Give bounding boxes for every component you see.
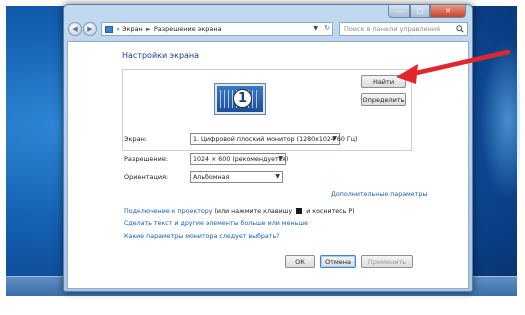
- projector-row: Подключение к проектору (или нажмите кла…: [124, 208, 355, 215]
- chevron-down-icon: ▼: [275, 173, 280, 180]
- screen-resolution-window: — □ ✕ ◀ ▶ « Экран ► Разрешение экрана ▼ …: [63, 4, 473, 292]
- settings-panel: Настройки экрана 1 Найти Определить Экра…: [67, 41, 469, 289]
- address-bar[interactable]: « Экран ► Разрешение экрана ▼ ↻: [101, 22, 333, 36]
- projector-hint-after: и коснитесь P): [306, 208, 355, 215]
- text-size-link[interactable]: Сделать текст и другие элементы больше и…: [124, 220, 308, 227]
- display-label: Экран:: [124, 135, 148, 143]
- resolution-select[interactable]: 1024 × 600 (рекомендуется) ▼: [190, 153, 289, 165]
- chevron-down-icon: ▼: [332, 135, 337, 142]
- close-button[interactable]: ✕: [430, 5, 466, 18]
- forward-button[interactable]: ▶: [83, 22, 97, 36]
- image-border-bottom: [0, 296, 525, 315]
- which-settings-link[interactable]: Какие параметры монитора следует выбрать…: [124, 233, 280, 240]
- wallpaper-glow: [480, 40, 520, 200]
- page-title: Настройки экрана: [122, 51, 200, 60]
- monitor-number: 1: [233, 89, 252, 108]
- chevron-down-icon[interactable]: ▼: [313, 25, 318, 32]
- orientation-select[interactable]: Альбомная ▼: [190, 171, 283, 183]
- maximize-button[interactable]: □: [410, 5, 430, 18]
- navigation-bar: ◀ ▶ « Экран ► Разрешение экрана ▼ ↻ Поис…: [68, 21, 468, 39]
- resolution-label: Разрешение:: [124, 155, 169, 163]
- projector-hint-before: (или нажмите клавишу: [214, 208, 293, 215]
- display-select[interactable]: 1. Цифровой плоский монитор (1280x1024 6…: [190, 133, 358, 145]
- apply-button[interactable]: Применить: [361, 255, 413, 268]
- search-input[interactable]: Поиск в панели управления: [339, 22, 468, 36]
- image-border-left: [0, 0, 6, 315]
- minimize-button[interactable]: —: [388, 5, 410, 18]
- identify-button[interactable]: Определить: [361, 93, 406, 106]
- monitor-1-icon[interactable]: 1: [215, 84, 265, 114]
- control-panel-icon: [105, 25, 113, 33]
- back-button[interactable]: ◀: [68, 22, 82, 36]
- cancel-button[interactable]: Отмена: [320, 255, 356, 268]
- projector-link[interactable]: Подключение к проектору: [124, 208, 212, 215]
- orientation-label: Ориентация:: [124, 173, 169, 181]
- windows-key-icon: [296, 208, 303, 214]
- window-controls: — □ ✕: [388, 5, 466, 19]
- search-icon: [456, 25, 464, 33]
- advanced-settings-link[interactable]: Дополнительные параметры: [331, 191, 427, 198]
- search-placeholder: Поиск в панели управления: [344, 25, 441, 33]
- ok-button[interactable]: ОК: [285, 255, 315, 268]
- forward-arrow-icon: ▶: [87, 25, 93, 33]
- refresh-icon[interactable]: ↻: [324, 24, 330, 32]
- orientation-select-value: Альбомная: [193, 173, 230, 181]
- breadcrumb-separator-icon: ►: [145, 25, 151, 33]
- breadcrumb-screen-resolution[interactable]: Разрешение экрана: [154, 25, 222, 33]
- resolution-select-value: 1024 × 600 (рекомендуется): [193, 155, 289, 163]
- chevron-down-icon: ▼: [278, 155, 283, 162]
- breadcrumb-display[interactable]: Экран: [122, 25, 143, 33]
- back-arrow-icon: ◀: [72, 25, 78, 33]
- find-button[interactable]: Найти: [361, 75, 406, 88]
- address-chevron: «: [116, 25, 120, 33]
